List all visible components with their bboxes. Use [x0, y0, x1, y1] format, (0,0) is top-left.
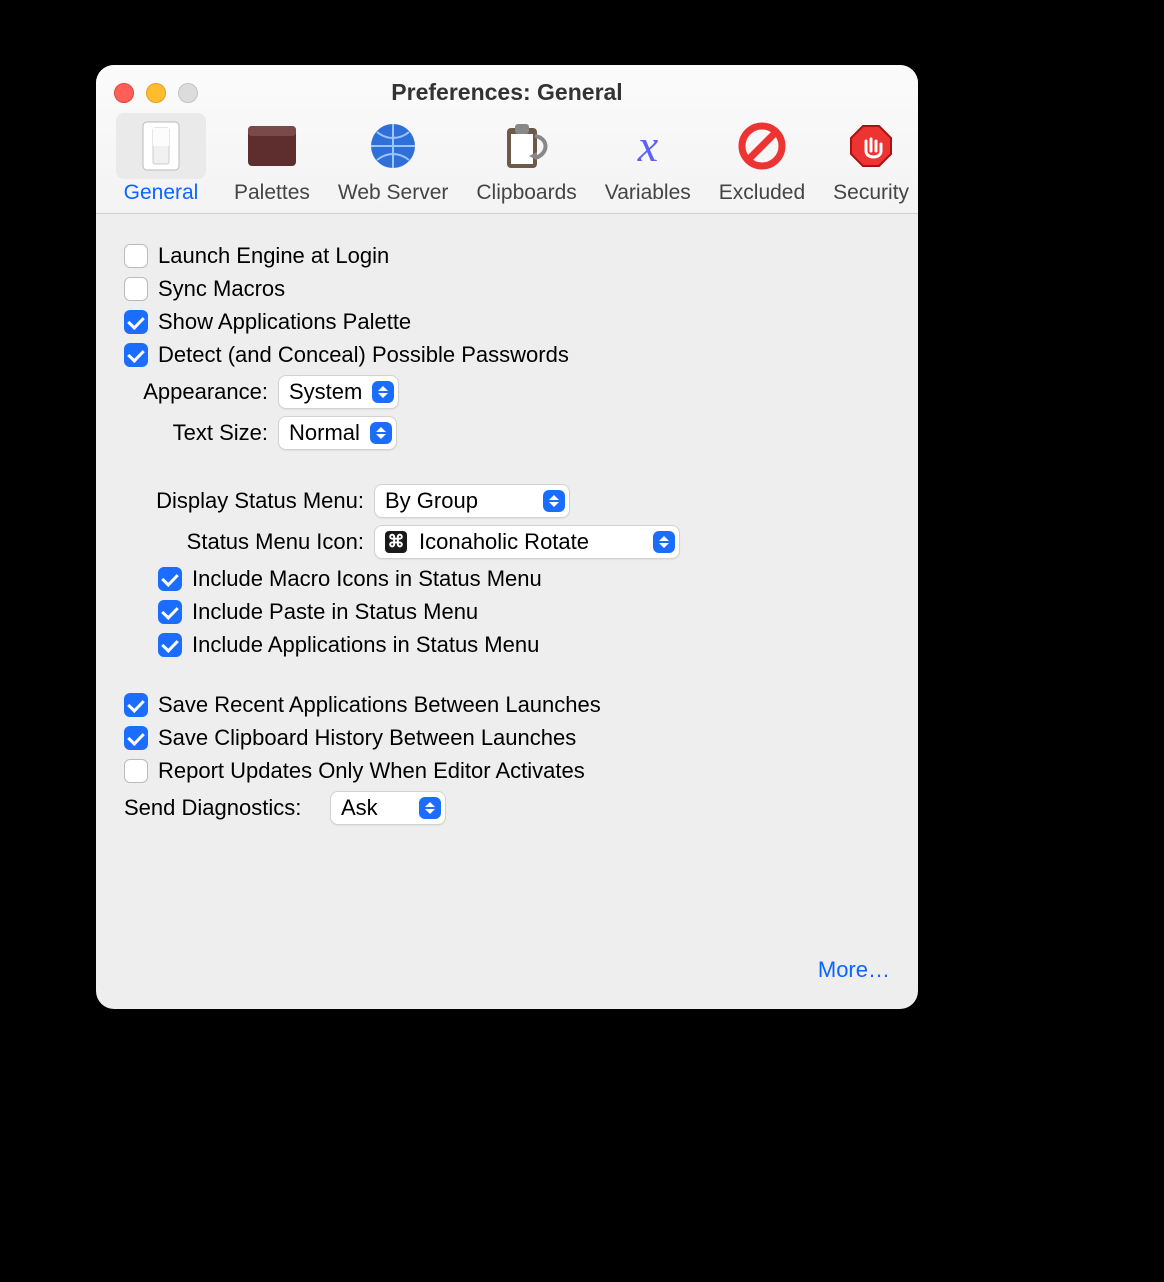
tab-web-server[interactable]: Web Server	[324, 113, 463, 213]
chevron-updown-icon	[370, 422, 392, 444]
no-entry-icon	[719, 113, 805, 179]
globe-icon	[338, 113, 449, 179]
sync-macros-checkbox[interactable]	[124, 277, 148, 301]
text-size-label: Text Size:	[124, 420, 268, 446]
display-status-value: By Group	[385, 488, 478, 514]
palette-icon	[234, 113, 310, 179]
include-paste-checkbox[interactable]	[158, 600, 182, 624]
toolbar-tabs: General Palettes Web Server	[102, 113, 912, 213]
stop-hand-icon	[833, 113, 909, 179]
preferences-window: Preferences: General General Palettes	[96, 65, 918, 1009]
appearance-label: Appearance:	[124, 379, 268, 405]
detect-passwords-checkbox[interactable]	[124, 343, 148, 367]
chevron-updown-icon	[543, 490, 565, 512]
tab-general[interactable]: General	[102, 113, 220, 213]
detect-passwords-label: Detect (and Conceal) Possible Passwords	[158, 342, 569, 368]
tab-label: General	[116, 181, 206, 205]
include-apps-checkbox[interactable]	[158, 633, 182, 657]
include-macro-icons-label: Include Macro Icons in Status Menu	[192, 566, 542, 592]
send-diagnostics-value: Ask	[341, 795, 378, 821]
tab-label: Clipboards	[476, 181, 576, 205]
svg-text:x: x	[637, 121, 659, 171]
send-diagnostics-select[interactable]: Ask	[330, 791, 446, 825]
report-updates-checkbox[interactable]	[124, 759, 148, 783]
tab-label: Excluded	[719, 181, 805, 205]
tab-variables[interactable]: x Variables	[591, 113, 705, 213]
appearance-value: System	[289, 379, 362, 405]
include-macro-icons-checkbox[interactable]	[158, 567, 182, 591]
sync-macros-label: Sync Macros	[158, 276, 285, 302]
chevron-updown-icon	[372, 381, 394, 403]
tab-security[interactable]: Security	[819, 113, 918, 213]
chevron-updown-icon	[419, 797, 441, 819]
launch-engine-label: Launch Engine at Login	[158, 243, 389, 269]
tab-clipboards[interactable]: Clipboards	[462, 113, 590, 213]
chevron-updown-icon	[653, 531, 675, 553]
tab-label: Web Server	[338, 181, 449, 205]
general-panel: Launch Engine at Login Sync Macros Show …	[96, 214, 918, 852]
clipboard-icon	[476, 113, 576, 179]
show-app-palette-label: Show Applications Palette	[158, 309, 411, 335]
window-title: Preferences: General	[96, 79, 918, 106]
save-recent-apps-checkbox[interactable]	[124, 693, 148, 717]
status-icon-value: Iconaholic Rotate	[419, 529, 589, 555]
include-paste-label: Include Paste in Status Menu	[192, 599, 478, 625]
include-apps-label: Include Applications in Status Menu	[192, 632, 539, 658]
save-clipboard-label: Save Clipboard History Between Launches	[158, 725, 576, 751]
status-icon-label: Status Menu Icon:	[124, 529, 364, 555]
tab-label: Palettes	[234, 181, 310, 205]
show-app-palette-checkbox[interactable]	[124, 310, 148, 334]
tab-label: Variables	[605, 181, 691, 205]
appearance-select[interactable]: System	[278, 375, 399, 409]
tab-label: Security	[833, 181, 909, 205]
text-size-value: Normal	[289, 420, 360, 446]
send-diagnostics-label: Send Diagnostics:	[124, 795, 320, 821]
save-recent-apps-label: Save Recent Applications Between Launche…	[158, 692, 601, 718]
status-icon-select[interactable]: ⌘ Iconaholic Rotate	[374, 525, 680, 559]
titlebar: Preferences: General General Palettes	[96, 65, 918, 214]
display-status-label: Display Status Menu:	[124, 488, 364, 514]
tab-palettes[interactable]: Palettes	[220, 113, 324, 213]
command-key-icon: ⌘	[385, 531, 407, 553]
save-clipboard-checkbox[interactable]	[124, 726, 148, 750]
light-switch-icon	[116, 113, 206, 179]
report-updates-label: Report Updates Only When Editor Activate…	[158, 758, 585, 784]
tab-excluded[interactable]: Excluded	[705, 113, 819, 213]
more-button[interactable]: More…	[818, 957, 890, 983]
display-status-select[interactable]: By Group	[374, 484, 570, 518]
launch-engine-checkbox[interactable]	[124, 244, 148, 268]
variable-x-icon: x	[605, 113, 691, 179]
text-size-select[interactable]: Normal	[278, 416, 397, 450]
